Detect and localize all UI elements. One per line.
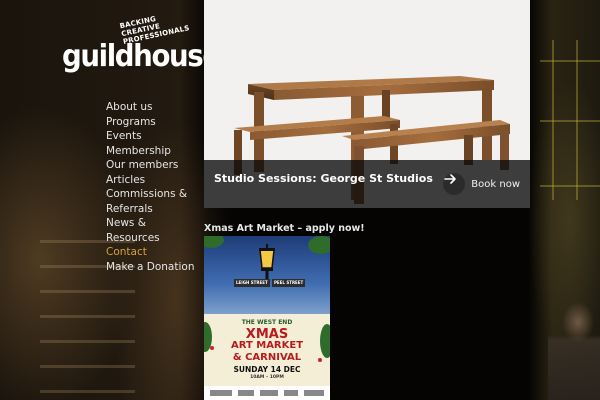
poster-line-art-market: ART MARKET — [230, 340, 304, 351]
poster-sponsor-logos — [204, 386, 330, 400]
hero-slide[interactable]: Studio Sessions: George St Studios Book … — [204, 0, 530, 208]
street-lamp-icon — [259, 244, 275, 282]
promo-title-link[interactable]: Xmas Art Market – apply now! — [204, 223, 365, 234]
poster-line-west-end: THE WEST END — [241, 319, 293, 326]
book-now-label: Book now — [471, 178, 520, 190]
poster-line-time: 10AM – 10PM — [250, 375, 284, 380]
nav-item-events[interactable]: Events — [106, 129, 198, 144]
sign-leigh-street: LEIGH STREET — [234, 279, 270, 287]
nav-item-about-us[interactable]: About us — [106, 100, 198, 115]
site-logo[interactable]: BACKING CREATIVE PROFESSIONALS guildhous… — [62, 15, 221, 82]
xmas-market-poster[interactable]: LEIGH STREET PEEL STREET THE WEST END XM… — [204, 236, 330, 400]
main-nav: About us Programs Events Membership Our … — [106, 100, 198, 274]
logo-wordmark: guildhouse — [62, 39, 221, 74]
background-person — [548, 300, 600, 400]
holly-leaf — [308, 236, 330, 254]
hero-caption-title: Studio Sessions: George St Studios — [214, 172, 433, 185]
sign-peel-street: PEEL STREET — [272, 279, 306, 287]
arrow-right-icon — [443, 173, 466, 195]
nav-item-membership[interactable]: Membership — [106, 144, 198, 159]
hero-caption: Studio Sessions: George St Studios Book … — [204, 160, 530, 208]
nav-item-articles[interactable]: Articles — [106, 173, 198, 188]
nav-item-news-resources[interactable]: News & Resources — [106, 216, 198, 245]
nav-item-our-members[interactable]: Our members — [106, 158, 198, 173]
book-now-button[interactable]: Book now — [443, 172, 520, 196]
nav-item-make-donation[interactable]: Make a Donation — [106, 260, 198, 275]
nav-item-contact[interactable]: Contact — [106, 245, 198, 260]
poster-line-date: SUNDAY 14 DEC — [233, 365, 301, 374]
nav-item-commissions[interactable]: Commissions & Referrals — [106, 187, 198, 216]
main-content: Studio Sessions: George St Studios Book … — [204, 0, 530, 400]
poster-line-carnival: & CARNIVAL — [232, 352, 302, 363]
nav-item-programs[interactable]: Programs — [106, 115, 198, 130]
